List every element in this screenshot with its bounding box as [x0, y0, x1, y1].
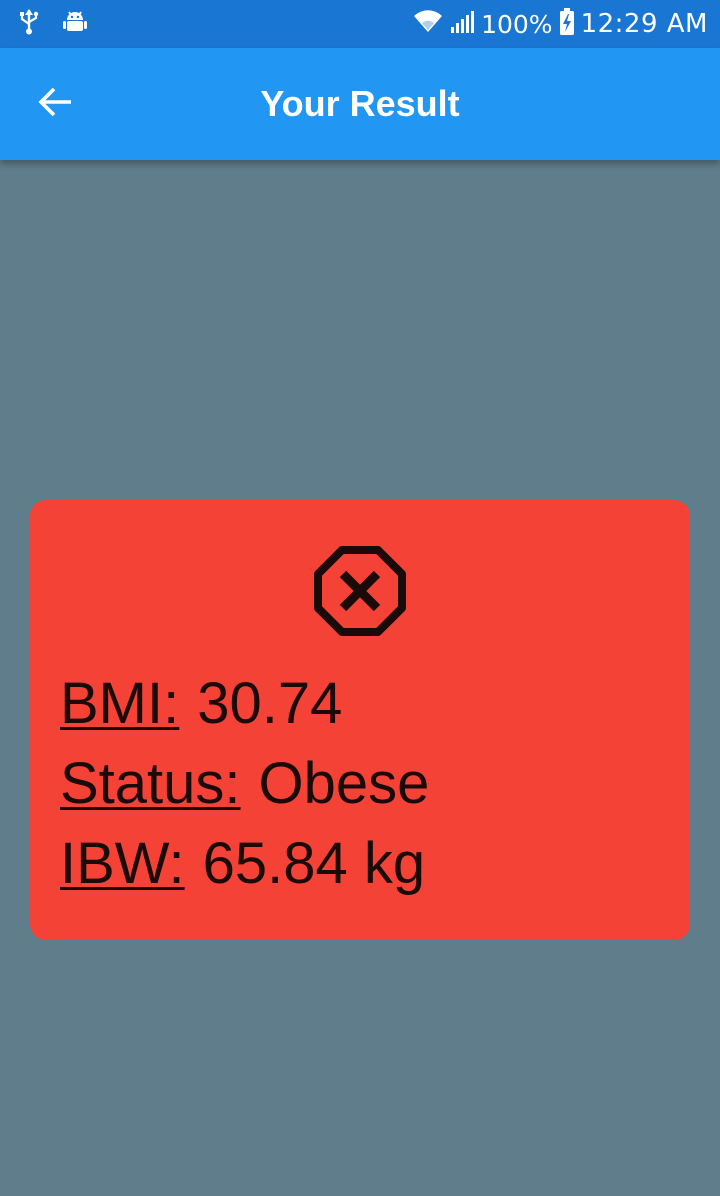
battery-charging-icon: [559, 7, 575, 41]
status-label: Status:: [60, 751, 241, 816]
clock: 12:29 AM: [580, 9, 708, 39]
system-indicators: 100% 12:29 AM: [413, 0, 708, 48]
ibw-value: 65.84 kg: [202, 831, 426, 896]
result-card: BMI: 30.74 Status: Obese IBW: 65.84 kg: [30, 500, 690, 940]
ibw-row: IBW: 65.84 kg: [60, 830, 425, 897]
bmi-label: BMI:: [60, 671, 180, 736]
app-bar: Your Result: [0, 48, 720, 160]
ibw-label: IBW:: [60, 831, 185, 896]
status-value: Obese: [258, 751, 430, 816]
bmi-value: 30.74: [197, 671, 343, 736]
usb-icon: [18, 8, 40, 40]
status-bar: 100% 12:29 AM: [0, 0, 720, 48]
battery-percentage: 100%: [481, 9, 553, 39]
page-title: Your Result: [260, 83, 460, 124]
bmi-row: BMI: 30.74: [60, 670, 342, 737]
notification-icons: [18, 8, 88, 40]
octagon-x-icon: [312, 543, 408, 639]
android-debug-icon: [62, 9, 88, 40]
signal-icon: [449, 9, 475, 40]
wifi-icon: [413, 9, 443, 39]
status-row: Status: Obese: [60, 750, 429, 817]
